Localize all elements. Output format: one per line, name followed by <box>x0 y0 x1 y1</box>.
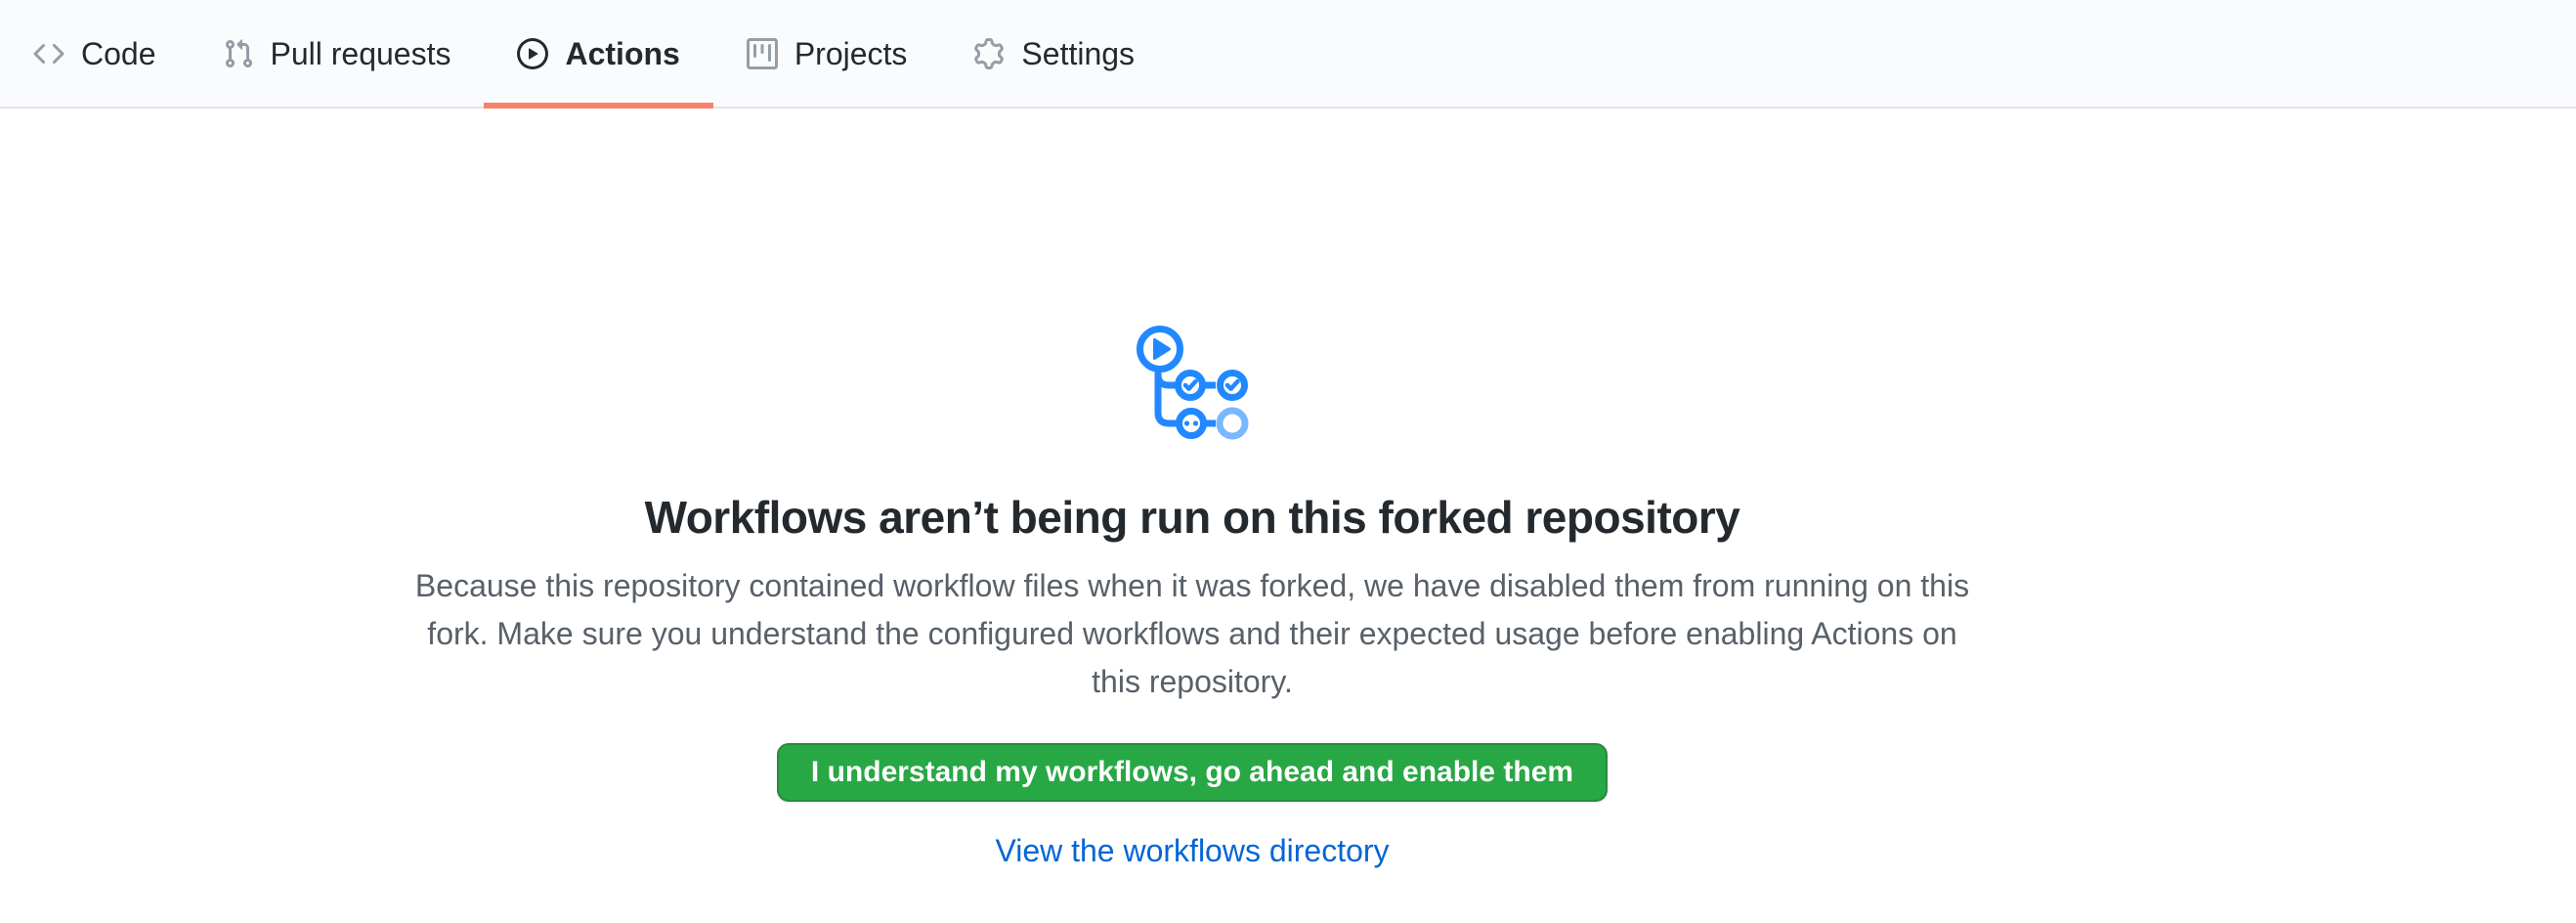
tab-actions[interactable]: Actions <box>484 0 712 107</box>
git-pull-request-icon <box>223 38 254 69</box>
workflow-graph-icon <box>1137 326 1249 440</box>
tab-pull-requests[interactable]: Pull requests <box>190 0 485 107</box>
active-tab-underline <box>484 103 712 109</box>
play-icon <box>517 38 548 69</box>
code-icon <box>33 38 64 69</box>
gear-icon <box>973 38 1005 69</box>
tab-projects[interactable]: Projects <box>713 0 941 107</box>
enable-workflows-button[interactable]: I understand my workflows, go ahead and … <box>777 743 1608 802</box>
link-row: View the workflows directory <box>0 833 2384 869</box>
tab-code[interactable]: Code <box>0 0 190 107</box>
blankslate-heading: Workflows aren’t being run on this forke… <box>0 490 2384 547</box>
tab-settings-label: Settings <box>1021 38 1135 69</box>
tab-code-label: Code <box>81 38 156 69</box>
tab-actions-label: Actions <box>565 38 679 69</box>
project-icon <box>747 38 778 69</box>
actions-disabled-blankslate: Workflows aren’t being run on this forke… <box>0 109 2384 869</box>
tab-pull-requests-label: Pull requests <box>271 38 451 69</box>
view-workflows-link[interactable]: View the workflows directory <box>995 833 1389 868</box>
repo-tab-nav: Code Pull requests Actions Projects Sett… <box>0 0 2576 109</box>
tab-settings[interactable]: Settings <box>940 0 1168 107</box>
blankslate-description: Because this repository contained workfl… <box>406 562 1979 706</box>
tab-projects-label: Projects <box>794 38 908 69</box>
